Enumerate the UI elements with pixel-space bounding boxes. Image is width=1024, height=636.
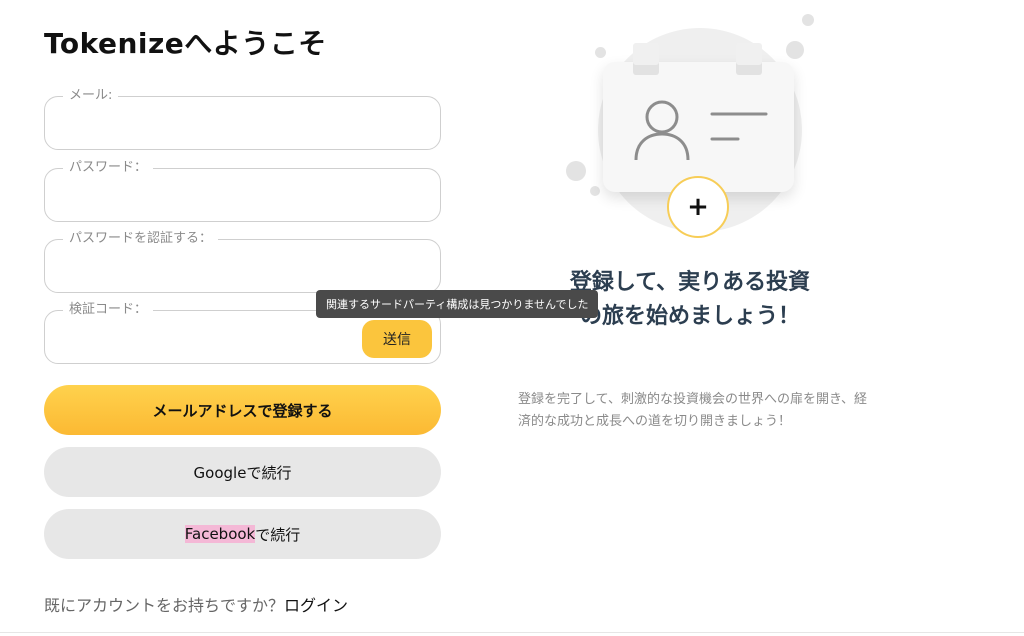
- user-icon: [634, 100, 768, 161]
- password-label: パスワード：: [63, 159, 154, 177]
- signup-page: Tokenizeへようこそ メール: パスワード： パスワードを認証する： 検証…: [0, 0, 1024, 636]
- promo-headline: 登録して、実りある投資の旅を始めましょう！: [569, 270, 811, 329]
- register-email-button[interactable]: メールアドレスで登録する: [44, 385, 441, 435]
- verification-code-input[interactable]: [59, 323, 319, 351]
- promo-subtext: 登録を完了して、刺激的な投資機会の世界への扉を開き、経済的な成功と成長への道を切…: [518, 392, 868, 429]
- binder-ring-left: [633, 43, 659, 75]
- email-label: メール:: [63, 87, 119, 105]
- decor-dot: [595, 47, 606, 58]
- decor-dot: [802, 14, 814, 26]
- page-title: Tokenizeへようこそ: [44, 27, 327, 60]
- confirm-password-label: パスワードを認証する：: [63, 230, 219, 248]
- password-input[interactable]: [59, 181, 359, 209]
- decor-dot: [590, 186, 600, 196]
- login-prompt-text: 既にアカウントをお持ちですか？: [44, 596, 285, 615]
- login-link[interactable]: ログイン: [284, 596, 348, 615]
- decor-dot: [566, 161, 586, 181]
- verification-code-label: 検証コード：: [63, 301, 154, 319]
- decor-dot: [786, 41, 804, 59]
- profile-card-illustration: [603, 62, 794, 192]
- password-field[interactable]: パスワード：: [44, 159, 441, 222]
- email-field[interactable]: メール:: [44, 87, 441, 150]
- facebook-label-highlight: Facebook: [184, 525, 256, 543]
- send-code-button[interactable]: 送信: [362, 320, 432, 358]
- confirm-password-input[interactable]: [59, 252, 359, 280]
- facebook-label-suffix: で続行: [255, 525, 301, 544]
- login-prompt: 既にアカウントをお持ちですか？ログイン: [44, 592, 348, 616]
- email-input[interactable]: [59, 109, 359, 137]
- bottom-divider: [0, 632, 1024, 633]
- facebook-continue-button[interactable]: Facebook で続行: [44, 509, 441, 559]
- tooltip: 関連するサードパーティ構成は見つかりませんでした: [316, 290, 599, 318]
- google-continue-button[interactable]: Googleで続行: [44, 447, 441, 497]
- confirm-password-field[interactable]: パスワードを認証する：: [44, 230, 441, 293]
- binder-ring-right: [736, 43, 762, 75]
- plus-icon[interactable]: +: [667, 176, 729, 238]
- verification-code-field[interactable]: 検証コード： 送信: [44, 301, 441, 364]
